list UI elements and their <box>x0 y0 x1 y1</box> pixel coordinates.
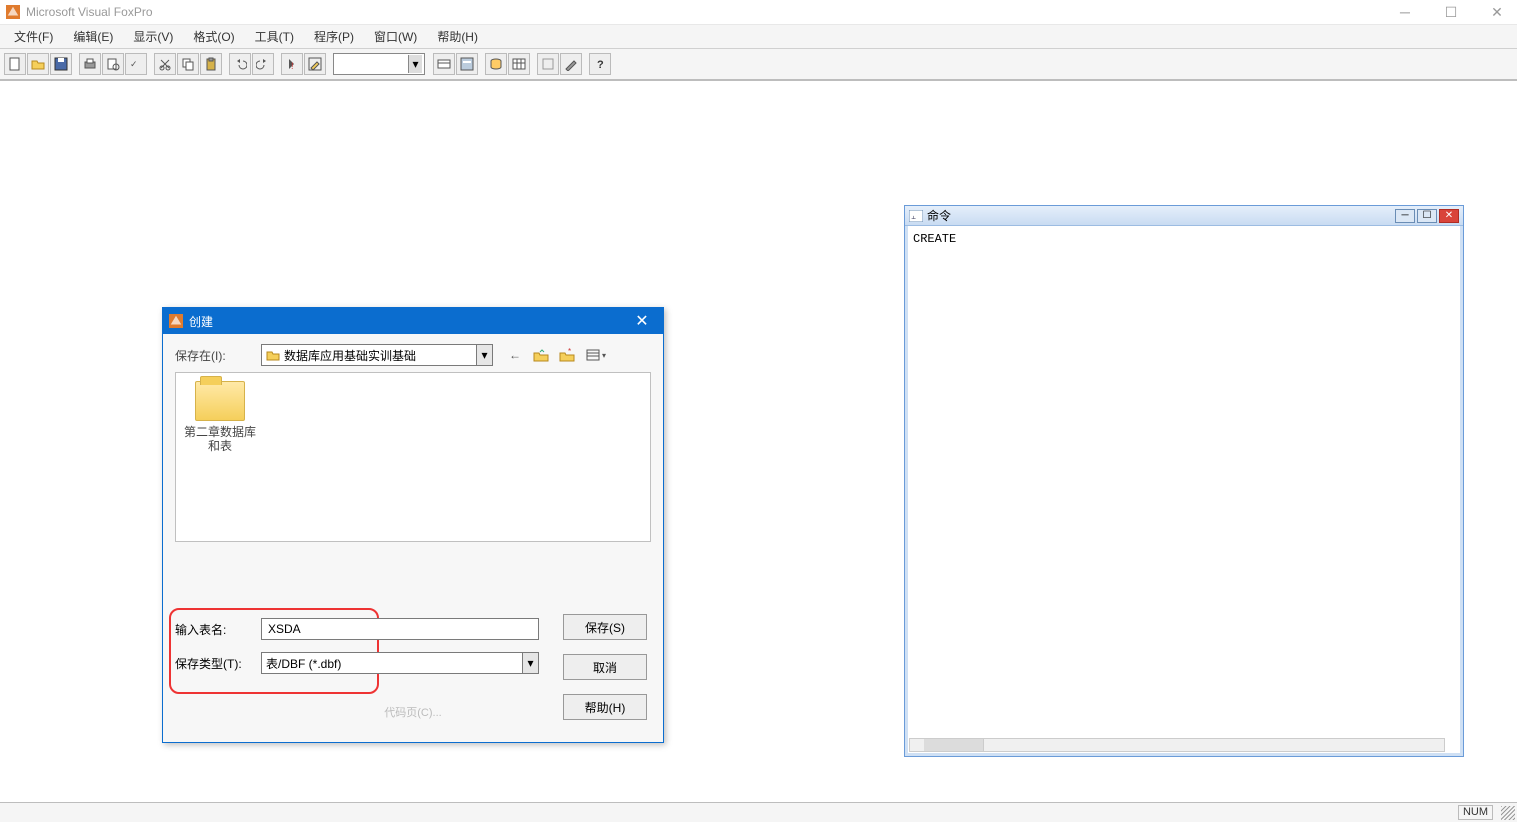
menu-help[interactable]: 帮助(H) <box>427 26 488 47</box>
codepage-button[interactable]: 代码页(C)... <box>163 704 663 720</box>
svg-text:*: * <box>568 348 571 356</box>
resize-grip-icon[interactable] <box>1501 806 1515 820</box>
workspace: 创建 ✕ 保存在(I): 数据库应用基础实训基础 ▾ ← * ▾ <box>0 81 1517 802</box>
print-icon[interactable] <box>79 53 101 75</box>
dialog-close-icon[interactable]: ✕ <box>627 311 657 331</box>
cancel-button[interactable]: 取消 <box>563 654 647 680</box>
save-in-label: 保存在(I): <box>175 347 261 364</box>
table-name-label: 输入表名: <box>175 621 261 638</box>
svg-text:⫠: ⫠ <box>911 212 916 221</box>
command-icon: ⫠ <box>909 210 923 222</box>
foxpro-icon <box>169 314 183 328</box>
redo-icon[interactable] <box>252 53 274 75</box>
database-icon[interactable] <box>485 53 507 75</box>
close-icon[interactable]: ✕ <box>1483 4 1511 21</box>
svg-text:!: ! <box>291 61 294 71</box>
command-titlebar[interactable]: ⫠ 命令 ─ ☐ ✕ <box>905 206 1463 226</box>
command-title: 命令 <box>927 207 951 224</box>
command-scrollbar-horizontal[interactable] <box>909 738 1445 752</box>
modify-icon[interactable] <box>304 53 326 75</box>
table-name-input[interactable]: XSDA <box>261 618 539 640</box>
save-in-combo[interactable]: 数据库应用基础实训基础 ▾ <box>261 344 493 366</box>
dialog-title: 创建 <box>189 313 213 330</box>
spellcheck-icon[interactable]: ✓ <box>125 53 147 75</box>
save-icon[interactable] <box>50 53 72 75</box>
menu-window[interactable]: 窗口(W) <box>364 26 427 47</box>
command-input[interactable]: CREATE <box>909 228 1459 738</box>
folder-label: 第二章数据库和表 <box>184 425 256 454</box>
toolbar-combo[interactable]: ▾ <box>333 53 425 75</box>
menu-tools[interactable]: 工具(T) <box>245 26 304 47</box>
status-num: NUM <box>1458 805 1493 820</box>
copy-icon[interactable] <box>177 53 199 75</box>
back-icon[interactable]: ← <box>505 345 525 365</box>
builder-icon[interactable] <box>560 53 582 75</box>
open-folder-icon <box>266 348 280 362</box>
table-icon[interactable] <box>508 53 530 75</box>
new-folder-icon[interactable]: * <box>557 345 577 365</box>
data-session-icon[interactable] <box>433 53 455 75</box>
folder-icon <box>195 381 245 421</box>
menu-file[interactable]: 文件(F) <box>4 26 63 47</box>
menubar: 文件(F) 编辑(E) 显示(V) 格式(O) 工具(T) 程序(P) 窗口(W… <box>0 25 1517 49</box>
app-title: Microsoft Visual FoxPro <box>26 5 1391 19</box>
dialog-titlebar[interactable]: 创建 ✕ <box>163 308 663 334</box>
minimize-icon[interactable]: ─ <box>1391 4 1419 21</box>
up-folder-icon[interactable] <box>531 345 551 365</box>
save-in-value: 数据库应用基础实训基础 <box>284 347 416 364</box>
help-icon[interactable]: ? <box>589 53 611 75</box>
menu-format[interactable]: 格式(O) <box>183 26 244 47</box>
toolbar: ✓ ! ▾ ? <box>0 49 1517 81</box>
folder-item[interactable]: 第二章数据库和表 <box>184 381 256 454</box>
menu-program[interactable]: 程序(P) <box>304 26 364 47</box>
titlebar: Microsoft Visual FoxPro ─ ☐ ✕ <box>0 0 1517 25</box>
svg-text:?: ? <box>597 59 604 71</box>
new-icon[interactable] <box>4 53 26 75</box>
open-icon[interactable] <box>27 53 49 75</box>
command-maximize-icon[interactable]: ☐ <box>1417 209 1437 223</box>
run-icon[interactable]: ! <box>281 53 303 75</box>
form-icon[interactable] <box>456 53 478 75</box>
command-window: ⫠ 命令 ─ ☐ ✕ CREATE <box>904 205 1464 757</box>
menu-view[interactable]: 显示(V) <box>123 26 183 47</box>
file-list[interactable]: 第二章数据库和表 <box>175 372 651 542</box>
create-dialog: 创建 ✕ 保存在(I): 数据库应用基础实训基础 ▾ ← * ▾ <box>162 307 664 743</box>
maximize-icon[interactable]: ☐ <box>1437 4 1465 21</box>
save-button[interactable]: 保存(S) <box>563 614 647 640</box>
command-content: CREATE <box>913 232 956 246</box>
save-type-value: 表/DBF (*.dbf) <box>266 655 341 672</box>
autoformat-icon[interactable] <box>537 53 559 75</box>
svg-text:✓: ✓ <box>130 59 138 69</box>
save-type-combo[interactable]: 表/DBF (*.dbf) ▾ <box>261 652 539 674</box>
view-menu-icon[interactable]: ▾ <box>583 345 609 365</box>
command-close-icon[interactable]: ✕ <box>1439 209 1459 223</box>
save-type-label: 保存类型(T): <box>175 655 261 672</box>
command-minimize-icon[interactable]: ─ <box>1395 209 1415 223</box>
print-preview-icon[interactable] <box>102 53 124 75</box>
menu-edit[interactable]: 编辑(E) <box>63 26 123 47</box>
paste-icon[interactable] <box>200 53 222 75</box>
statusbar: NUM <box>0 802 1517 822</box>
undo-icon[interactable] <box>229 53 251 75</box>
cut-icon[interactable] <box>154 53 176 75</box>
foxpro-icon <box>6 5 20 19</box>
